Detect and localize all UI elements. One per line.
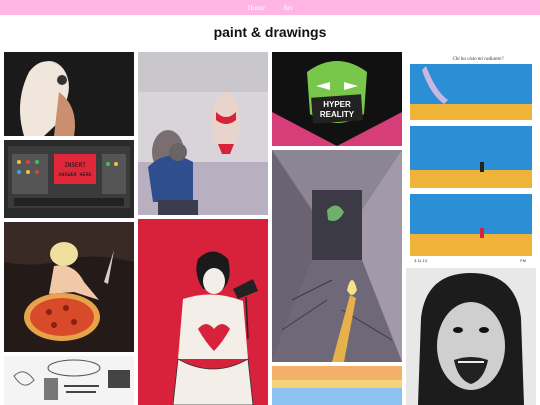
artwork-hyper-reality[interactable]: HYPER REALITY bbox=[272, 52, 402, 146]
page-title: paint & drawings bbox=[213, 24, 327, 40]
artwork-pastel-sky[interactable] bbox=[272, 366, 402, 405]
artwork-pizza-girl[interactable] bbox=[4, 222, 134, 352]
monitor-text-line2: ANSWER HERE bbox=[58, 172, 91, 178]
nav-home-link[interactable]: Home bbox=[248, 4, 265, 12]
artwork-woman-headphones[interactable] bbox=[4, 52, 134, 136]
nav-art-link[interactable]: Art bbox=[283, 4, 292, 12]
artwork-girl-hairdryer[interactable] bbox=[138, 219, 268, 405]
artwork-screaming-portrait[interactable] bbox=[406, 268, 536, 405]
artwork-sketch-collage[interactable] bbox=[4, 356, 134, 405]
hyper-text-line2: REALITY bbox=[320, 110, 355, 119]
comic-caption: Chi ha visto mi radiante? bbox=[452, 57, 504, 62]
top-navigation: Home Art bbox=[0, 0, 540, 15]
artwork-corridor-torch[interactable] bbox=[272, 150, 402, 362]
artwork-comic-strip[interactable]: Chi ha visto mi radiante? 3.11.13 FM bbox=[406, 52, 536, 264]
artwork-lingerie-shop[interactable] bbox=[138, 52, 268, 215]
comic-date: 3.11.13 bbox=[414, 258, 428, 263]
monitor-text-line1: INSERT bbox=[64, 162, 86, 169]
artwork-retro-computer[interactable]: INSERT ANSWER HERE bbox=[4, 140, 134, 218]
hyper-text-line1: HYPER bbox=[323, 100, 351, 109]
comic-initials: FM bbox=[520, 258, 526, 263]
